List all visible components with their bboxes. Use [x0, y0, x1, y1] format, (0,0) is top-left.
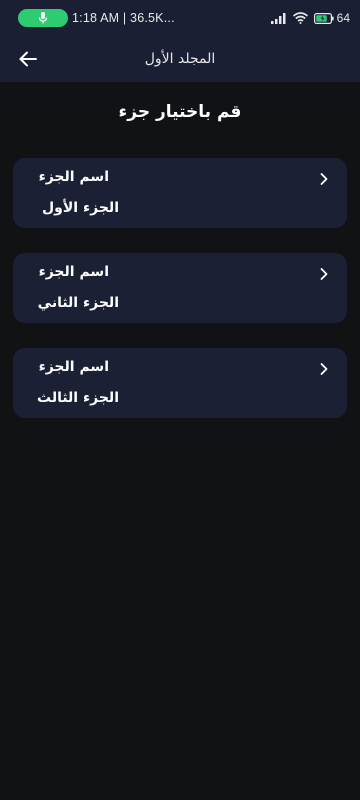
- app-bar: المجلد الأول: [0, 36, 360, 82]
- part-name-label: اسم الجزء: [38, 359, 109, 375]
- part-card-3[interactable]: اسم الجزء الجزء الثالث: [13, 348, 347, 418]
- part-name: الجزء الثالث: [37, 390, 119, 406]
- chevron-right-icon: [320, 173, 328, 185]
- arrow-left-icon: [19, 51, 37, 67]
- status-time: 1:18 AM | 36.5K...: [72, 11, 175, 25]
- wifi-icon: [292, 12, 308, 24]
- part-name: الجزء الأول: [42, 200, 119, 216]
- part-name: الجزء الثاني: [37, 295, 119, 311]
- status-icons: 64: [270, 11, 350, 25]
- signal-icon: [270, 12, 286, 24]
- microphone-icon: [38, 12, 48, 24]
- microphone-indicator[interactable]: [18, 9, 68, 27]
- status-bar: 1:18 AM | 36.5K... 64: [0, 0, 360, 36]
- part-name-label: اسم الجزء: [38, 169, 109, 185]
- battery-icon: [313, 12, 334, 24]
- part-card-1[interactable]: اسم الجزء الجزء الأول: [13, 158, 347, 228]
- back-button[interactable]: [14, 45, 42, 73]
- select-part-heading: قم باختيار جزء: [118, 102, 242, 122]
- part-list: اسم الجزء الجزء الأول اسم الجزء الجزء ال…: [13, 158, 347, 443]
- battery-indicator: 64: [313, 11, 350, 25]
- part-card-2[interactable]: اسم الجزء الجزء الثاني: [13, 253, 347, 323]
- part-name-label: اسم الجزء: [38, 264, 109, 280]
- page-title: المجلد الأول: [144, 51, 216, 67]
- battery-level: 64: [336, 11, 350, 25]
- chevron-right-icon: [320, 268, 328, 280]
- chevron-right-icon: [320, 363, 328, 375]
